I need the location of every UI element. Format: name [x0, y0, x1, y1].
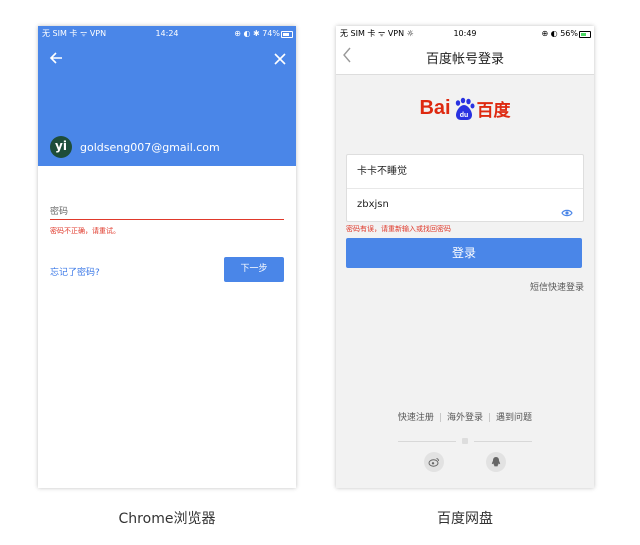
- logo-text-en: Bai: [419, 97, 451, 119]
- caption-chrome: Chrome浏览器: [118, 511, 216, 527]
- username-input[interactable]: 卡卡不睡觉: [347, 155, 583, 189]
- separator: |: [438, 413, 442, 423]
- battery-icon: [281, 31, 293, 38]
- forgot-password-link[interactable]: 忘记了密码?: [50, 265, 100, 278]
- caption-baidu: 百度网盘: [437, 511, 493, 527]
- battery-icon: [579, 31, 591, 38]
- separator: |: [488, 413, 492, 423]
- password-input[interactable]: zbxjsn: [347, 188, 583, 221]
- username-value: 卡卡不睡觉: [357, 166, 407, 177]
- baidu-phone-screen: 无 SIM 卡 ᯤ VPN ☼ 10:49 ⊕ ◐ 56% 百度帐号登录 Bai…: [336, 26, 594, 488]
- back-arrow-icon[interactable]: [46, 50, 66, 70]
- footer-links: 快速注册 | 海外登录 | 遇到问题: [336, 410, 594, 423]
- next-button[interactable]: 下一步: [224, 257, 284, 282]
- password-value: zbxjsn: [357, 199, 389, 210]
- page-title: 百度帐号登录: [425, 52, 504, 67]
- login-error-text: 密码有误，请重新输入或找回密码: [346, 225, 451, 233]
- status-indicators: ⊕ ◐ 56%: [541, 29, 578, 38]
- account-email: goldseng007@gmail.com: [80, 141, 220, 154]
- register-link[interactable]: 快速注册: [398, 413, 434, 423]
- logo-text-cn: 百度: [476, 101, 511, 121]
- overseas-login-link[interactable]: 海外登录: [447, 413, 483, 423]
- password-error-text: 密码不正确，请重试。: [50, 227, 120, 235]
- password-field[interactable]: 密码: [50, 204, 68, 217]
- login-button[interactable]: 登录: [346, 238, 582, 268]
- eye-icon[interactable]: [561, 199, 573, 217]
- weibo-icon[interactable]: [424, 452, 444, 472]
- status-indicators: ⊕ ◐ ✱ 74%: [234, 29, 280, 38]
- nav-bar: 百度帐号登录: [336, 42, 594, 75]
- paw-icon: du: [452, 97, 476, 121]
- qq-icon[interactable]: [486, 452, 506, 472]
- logo-du-text: du: [459, 112, 468, 119]
- login-form: 卡卡不睡觉 zbxjsn: [346, 154, 584, 222]
- account-avatar: yi: [50, 136, 72, 158]
- chrome-phone-screen: 无 SIM 卡 ᯤ VPN 14:24 ⊕ ◐ ✱ 74% yi goldsen…: [38, 26, 296, 488]
- help-link[interactable]: 遇到问题: [496, 413, 532, 423]
- third-party-divider: [398, 437, 532, 445]
- status-bar: 无 SIM 卡 ᯤ VPN 14:24 ⊕ ◐ ✱ 74%: [38, 26, 296, 42]
- status-bar: 无 SIM 卡 ᯤ VPN ☼ 10:49 ⊕ ◐ 56%: [336, 26, 594, 42]
- sms-login-link[interactable]: 短信快速登录: [530, 280, 584, 293]
- close-icon[interactable]: [270, 50, 290, 70]
- password-underline: [50, 219, 284, 220]
- baidu-logo: Bai du 百度: [336, 96, 594, 136]
